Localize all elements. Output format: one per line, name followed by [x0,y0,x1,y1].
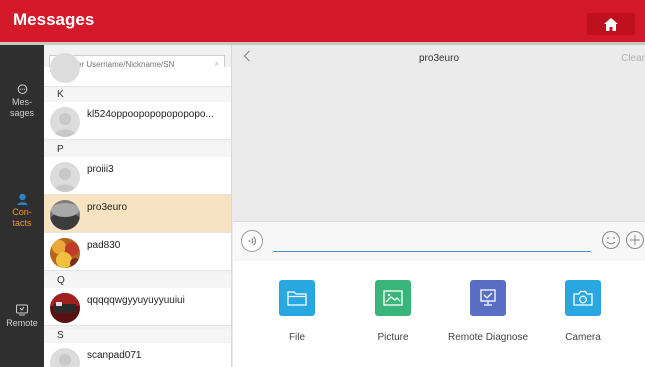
contact-name: qqqqqwgyyuyuyyuuiui [87,295,185,306]
clear-button[interactable]: Clear [621,53,645,64]
contact-row-scanpad071[interactable]: scanpad071 [44,343,231,367]
section-header-k: K [44,88,231,102]
tool-remote-diagnose-label: Remote Diagnose [447,332,529,343]
contact-name: proiii3 [87,164,114,175]
avatar [50,162,80,192]
avatar [50,238,80,268]
home-button[interactable] [587,13,635,35]
avatar [50,293,80,323]
attachment-tools-panel: File Picture Remote Diagnose Camera [233,261,645,367]
chat-title: pro3euro [418,53,460,64]
contact-row-proiii3[interactable]: proiii3 [44,157,231,195]
voice-wave-icon [248,236,256,246]
message-input[interactable] [273,230,591,252]
smiley-icon [602,231,620,249]
page-title: Messages [13,10,95,29]
list-item[interactable] [44,53,231,87]
person-icon [17,193,27,205]
plus-circle-icon [626,231,644,249]
contact-row-pad830[interactable]: pad830 [44,233,231,271]
chat-bubble-icon [17,84,27,94]
left-nav-rail: Mes- sages Con- tacts Remote [0,45,44,367]
more-options-button[interactable] [625,230,645,250]
tool-camera-label: Camera [565,332,601,343]
avatar [50,107,80,137]
contact-name: kl524oppoopopopopopopo... [87,109,214,120]
rail-item-contacts[interactable]: Con- tacts [0,193,44,229]
tool-file-label: File [288,332,306,343]
avatar [50,53,80,83]
contacts-panel: # K kl524oppoopopopopopopo... P proiii3 [44,45,232,367]
avatar [50,200,80,230]
rail-item-remote[interactable]: Remote [0,304,44,329]
picture-icon [375,280,411,316]
contact-name: scanpad071 [87,350,142,361]
tool-picture-label: Picture [377,332,409,343]
home-icon [604,17,618,31]
voice-input-button[interactable] [241,230,263,252]
contact-name: pro3euro [87,202,128,213]
section-header-q: Q [44,274,231,288]
remote-diagnose-icon [470,280,506,316]
rail-label-remote: Remote [6,318,38,328]
tool-camera-button[interactable]: Camera [533,280,633,343]
contact-row-kl524[interactable]: kl524oppoopopopopopopo... [44,102,231,140]
remote-screen-icon [16,304,28,316]
top-bar: Messages [0,0,645,45]
contact-name: pad830 [87,240,121,251]
rail-label-messages: Mes- sages [9,97,35,118]
message-input-bar [233,221,645,261]
rail-label-contacts: Con- tacts [12,207,32,228]
tool-file-button[interactable]: File [247,280,347,343]
avatar [50,348,80,367]
app-window: Messages Mes- sages Con- tacts Remote En… [0,0,645,367]
contact-row-pro3euro[interactable]: pro3euro [44,195,231,233]
section-header-s: S [44,329,231,343]
contact-row-qqqqq[interactable]: qqqqqwgyyuyuyyuuiui [44,288,231,326]
tool-picture-button[interactable]: Picture [343,280,443,343]
camera-icon [565,280,601,316]
folder-icon [279,280,315,316]
chat-header: pro3euro Clear [233,45,645,71]
emoji-button[interactable] [601,230,621,250]
rail-item-messages[interactable]: Mes- sages [0,84,44,119]
section-header-p: P [44,143,231,157]
tool-remote-diagnose-button[interactable]: Remote Diagnose [438,280,538,343]
chat-panel: pro3euro Clear File Picture Remote Diagn… [233,45,645,367]
